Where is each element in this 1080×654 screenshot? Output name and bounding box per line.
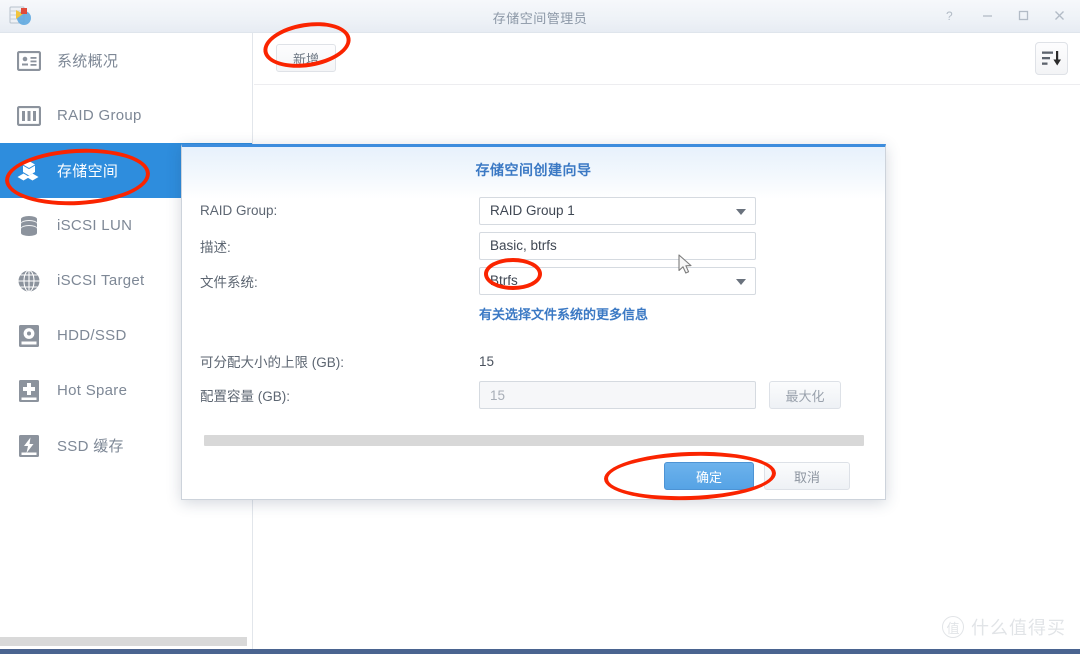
content-toolbar: 新增 — [254, 33, 1080, 85]
watermark: 值 什么值得买 — [942, 614, 1066, 640]
minimize-button[interactable] — [978, 5, 996, 25]
sidebar-horizontal-scrollbar[interactable] — [0, 637, 247, 646]
field-row-description: 描述: Basic, btrfs — [182, 228, 885, 263]
description-input-wrap: Basic, btrfs — [479, 231, 756, 260]
dialog-title: 存储空间创建向导 — [475, 162, 592, 178]
capacity-input[interactable]: 15 — [479, 381, 756, 409]
iscsi-lun-icon — [14, 211, 44, 241]
title-bar: 存储空间管理员 ? — [0, 0, 1080, 33]
description-label: 描述: — [200, 239, 231, 255]
capacity-input-wrap: 15 — [479, 381, 756, 409]
ok-button[interactable]: 确定 — [664, 462, 754, 490]
raid-group-icon — [14, 101, 44, 131]
dialog-footer: 确定 取消 — [182, 453, 885, 499]
field-row-filesystem-help: 有关选择文件系统的更多信息 — [182, 298, 885, 328]
sidebar-item-label: Hot Spare — [57, 382, 128, 399]
capacity-label: 配置容量 (GB): — [200, 389, 290, 404]
max-alloc-label: 可分配大小的上限 (GB): — [200, 355, 344, 370]
cancel-button[interactable]: 取消 — [764, 462, 850, 490]
new-button[interactable]: 新增 — [276, 44, 336, 72]
sidebar-item-label: iSCSI Target — [57, 272, 145, 289]
filesystem-select[interactable]: Btrfs — [479, 266, 756, 295]
field-row-filesystem: 文件系统: Btrfs — [182, 263, 885, 298]
hdd-ssd-icon — [14, 321, 44, 351]
sidebar-item-system-overview[interactable]: 系统概况 — [0, 33, 252, 88]
chevron-down-icon — [736, 278, 746, 285]
dialog-form: RAID Group: RAID Group 1 描述: Basic, btrf… — [182, 193, 885, 412]
field-row-max-alloc: 可分配大小的上限 (GB): 15 — [182, 344, 885, 378]
close-button[interactable] — [1050, 5, 1068, 25]
max-alloc-value: 15 — [479, 353, 495, 369]
chevron-down-icon — [736, 208, 746, 215]
sidebar-item-label: iSCSI LUN — [57, 217, 133, 234]
raid-group-value: RAID Group 1 — [490, 203, 575, 218]
filesystem-select-wrap: Btrfs — [479, 266, 756, 295]
field-row-capacity: 配置容量 (GB): 15 最大化 — [182, 378, 885, 412]
system-overview-icon — [14, 46, 44, 76]
create-volume-dialog: 存储空间创建向导 RAID Group: RAID Group 1 描述: Ba… — [181, 144, 886, 500]
filesystem-value: Btrfs — [490, 273, 518, 288]
bottom-taskbar-strip — [0, 649, 1080, 654]
hot-spare-icon — [14, 376, 44, 406]
sidebar-item-raid-group[interactable]: RAID Group — [0, 88, 252, 143]
allocation-progress-bar — [204, 435, 864, 446]
raid-group-select-wrap: RAID Group 1 — [479, 196, 756, 225]
field-row-raid-group: RAID Group: RAID Group 1 — [182, 193, 885, 228]
maximize-button[interactable] — [1014, 5, 1032, 25]
sidebar-item-label: HDD/SSD — [57, 327, 127, 344]
description-input[interactable]: Basic, btrfs — [479, 231, 756, 260]
sidebar-item-label: RAID Group — [57, 107, 142, 124]
sidebar-item-label: SSD 缓存 — [57, 438, 124, 455]
svg-text:?: ? — [946, 9, 953, 22]
filesystem-label: 文件系统: — [200, 274, 258, 290]
sort-descending-icon[interactable] — [1035, 42, 1068, 75]
window-title: 存储空间管理员 — [492, 11, 588, 26]
sidebar-item-label: 系统概况 — [57, 53, 119, 70]
watermark-badge: 值 — [942, 616, 964, 638]
watermark-text: 什么值得买 — [971, 618, 1066, 638]
maximize-capacity-button[interactable]: 最大化 — [769, 381, 841, 409]
filesystem-help-link[interactable]: 有关选择文件系统的更多信息 — [479, 304, 648, 323]
raid-group-label: RAID Group: — [200, 203, 278, 218]
ssd-cache-icon — [14, 431, 44, 461]
iscsi-target-icon — [14, 266, 44, 296]
help-button[interactable]: ? — [942, 5, 960, 25]
storage-manager-window: 存储空间管理员 ? 系统概况 RAID Group 存储空间 iSCSI LUN… — [0, 0, 1080, 654]
window-controls: ? — [942, 5, 1068, 25]
raid-group-select[interactable]: RAID Group 1 — [479, 196, 756, 225]
storage-volume-icon — [14, 156, 44, 186]
sidebar-item-label: 存储空间 — [57, 163, 119, 180]
